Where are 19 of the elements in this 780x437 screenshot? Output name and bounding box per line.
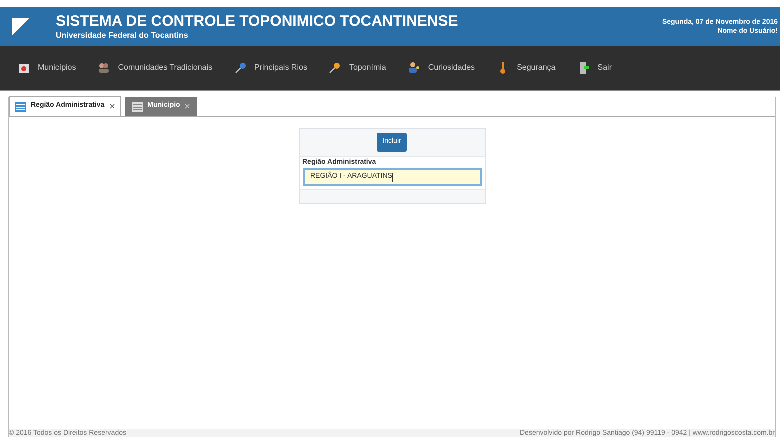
menu-item[interactable]: Segurança <box>517 62 556 74</box>
menu-item[interactable]: Sair <box>598 62 612 74</box>
menu-item[interactable]: Curiosidades <box>428 62 476 74</box>
people-icon <box>98 62 110 74</box>
logo-icon <box>12 18 30 36</box>
map-icon <box>18 62 30 74</box>
menu-item[interactable]: Comunidades Tradicionais <box>118 62 213 74</box>
pushpin-icon <box>234 62 247 74</box>
form-icon <box>15 102 26 112</box>
person-icon <box>408 62 420 74</box>
app-subtitle: Universidade Federal do Tocantins <box>56 30 190 40</box>
exit-door-icon <box>578 62 590 74</box>
menu-item[interactable]: Principais Rios <box>254 62 308 74</box>
close-icon[interactable] <box>110 104 115 109</box>
form-icon <box>132 102 143 112</box>
pushpin-icon <box>329 62 342 74</box>
menu-item[interactable]: Municípios <box>38 62 76 74</box>
app-title: SISTEMA DE CONTROLE TOPONIMICO TOCANTINENSE <box>56 12 458 30</box>
menu-item[interactable]: Toponímia <box>349 62 386 74</box>
